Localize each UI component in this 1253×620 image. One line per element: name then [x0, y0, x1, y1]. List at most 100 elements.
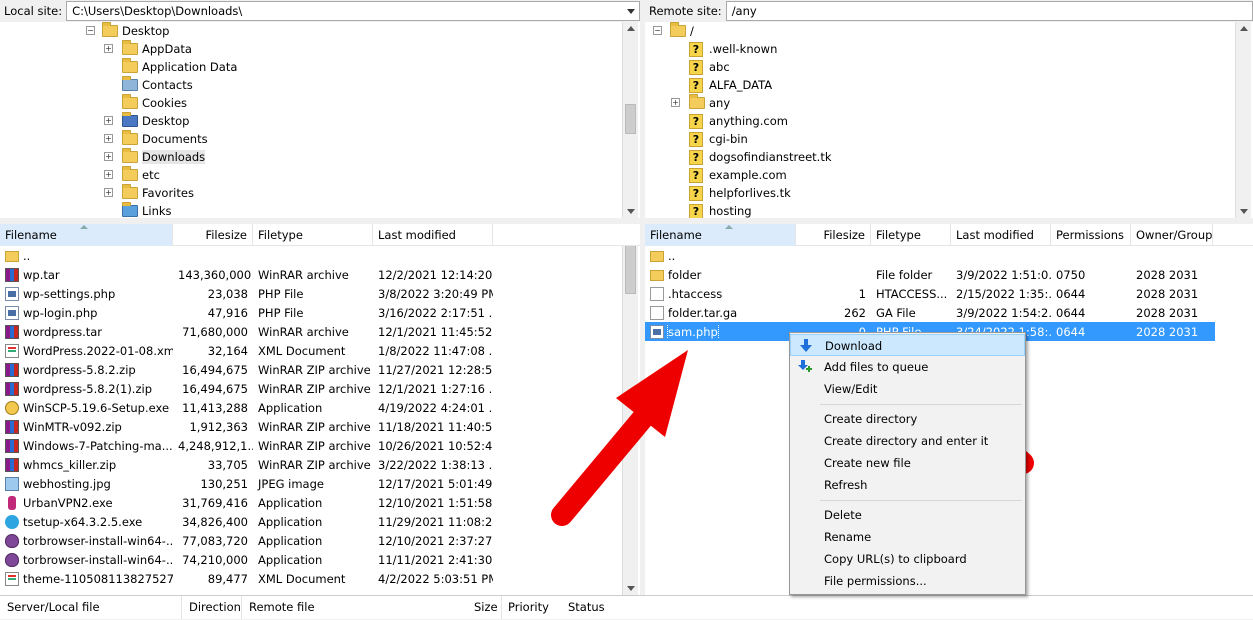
tree-item[interactable]: ? cgi-bin	[689, 130, 748, 148]
expand-icon[interactable]: +	[104, 152, 113, 161]
expand-icon[interactable]: +	[104, 170, 113, 179]
menu-item-rename[interactable]: Rename	[790, 526, 1025, 548]
table-row[interactable]: WinSCP-5.19.6-Setup.exe 11,413,288 Applica…	[0, 398, 622, 417]
collapse-icon[interactable]: −	[86, 26, 95, 35]
tree-item[interactable]: ? dogsofindianstreet.tk	[689, 148, 832, 166]
column-permissions[interactable]: Permissions	[1051, 224, 1131, 246]
tree-item[interactable]: − Desktop	[86, 22, 169, 40]
table-row[interactable]: folder File folder 3/9/2022 1:51:0... 0750 2…	[645, 265, 1215, 284]
cell-owner-group: 2028 2031	[1131, 268, 1213, 282]
tree-item[interactable]: Contacts	[104, 76, 193, 94]
tree-item[interactable]: ? hosting	[689, 202, 752, 218]
tree-item[interactable]: ? example.com	[689, 166, 787, 184]
column-filetype[interactable]: Filetype	[253, 224, 373, 246]
transfer-queue-header: Server/Local file Direction Remote file	[0, 595, 1253, 619]
column-filetype[interactable]: Filetype	[871, 224, 951, 246]
tree-item[interactable]: ? .well-known	[689, 40, 777, 58]
tree-item[interactable]: ? anything.com	[689, 112, 788, 130]
table-row[interactable]: WordPress.2022-01-08.xml 32,164 XML Docume…	[0, 341, 622, 360]
menu-item-delete[interactable]: Delete	[790, 504, 1025, 526]
tree-item[interactable]: + Favorites	[104, 184, 194, 202]
scroll-down-icon[interactable]	[627, 209, 635, 214]
filename-text: whmcs_killer.zip	[23, 457, 117, 472]
table-row[interactable]: wp-login.php 47,916 PHP File 3/16/2022 2:17…	[0, 303, 622, 322]
tree-item[interactable]: + etc	[104, 166, 160, 184]
tree-item[interactable]: ? helpforlives.tk	[689, 184, 791, 202]
scroll-down-icon[interactable]	[1240, 209, 1248, 214]
table-row[interactable]: webhosting.jpg 130,251 JPEG image 12/17/202…	[0, 474, 622, 493]
column-remote-file[interactable]: Remote file	[242, 596, 502, 619]
tree-item[interactable]: Application Data	[104, 58, 237, 76]
local-site-path-input[interactable]: C:\Users\Desktop\Downloads\	[66, 1, 640, 21]
tree-item[interactable]: + Desktop	[104, 112, 189, 130]
expand-icon[interactable]: +	[671, 98, 680, 107]
menu-item-create-directory[interactable]: Create directory	[790, 408, 1025, 430]
table-row[interactable]: wp-settings.php 23,038 PHP File 3/8/2022 3:…	[0, 284, 622, 303]
table-row[interactable]: UrbanVPN2.exe 31,769,416 Application 12/10/…	[0, 493, 622, 512]
remote-tree-scrollbar[interactable]	[1235, 22, 1251, 218]
table-row[interactable]: wordpress.tar 71,680,000 WinRAR archive 12/…	[0, 322, 622, 341]
local-tree-scrollbar[interactable]	[622, 22, 638, 218]
scroll-up-icon[interactable]	[1240, 26, 1248, 31]
column-last-modified[interactable]: Last modified	[373, 224, 493, 246]
tree-item[interactable]: ? abc	[689, 58, 730, 76]
expand-icon[interactable]: +	[104, 44, 113, 53]
table-row[interactable]: Windows-7-Patching-ma... 4,248,912,1... Wi…	[0, 436, 622, 455]
table-row[interactable]: wordpress-5.8.2(1).zip 16,494,675 WinRAR Z…	[0, 379, 622, 398]
column-filename[interactable]: Filename	[645, 224, 796, 246]
tree-item[interactable]: ? ALFA_DATA	[689, 76, 772, 94]
cell-filesize: 47,916	[173, 306, 253, 320]
tree-item[interactable]: Cookies	[104, 94, 187, 112]
tree-item[interactable]: + Documents	[104, 130, 208, 148]
collapse-icon[interactable]: −	[653, 26, 662, 35]
table-row[interactable]: ..	[0, 246, 622, 265]
menu-item-add-to-queue[interactable]: Add files to queue	[790, 356, 1025, 378]
column-last-modified[interactable]: Last modified	[951, 224, 1051, 246]
local-file-list: theme-1105081138275272... 89,477 XML Docum…	[0, 246, 640, 595]
menu-item-copy-url[interactable]: Copy URL(s) to clipboard	[790, 548, 1025, 570]
menu-item-download[interactable]: Download	[790, 334, 1025, 356]
expand-icon[interactable]: +	[104, 116, 113, 125]
scroll-thumb[interactable]	[625, 104, 636, 134]
table-row[interactable]: whmcs_killer.zip 33,705 WinRAR ZIP archive…	[0, 455, 622, 474]
tree-item[interactable]: Links	[104, 202, 172, 218]
column-filesize[interactable]: Filesize	[796, 224, 871, 246]
column-filesize[interactable]: Filesize	[173, 224, 253, 246]
column-filename[interactable]: Filename	[0, 224, 173, 246]
table-row[interactable]: WinMTR-v092.zip 1,912,363 WinRAR ZIP archi…	[0, 417, 622, 436]
menu-item-create-new-file[interactable]: Create new file	[790, 452, 1025, 474]
column-server-local-file[interactable]: Server/Local file	[0, 596, 182, 619]
column-status[interactable]: Status	[568, 600, 605, 614]
column-size[interactable]: Size	[474, 600, 498, 614]
tree-item[interactable]: − /	[653, 22, 694, 40]
column-owner-group[interactable]: Owner/Group	[1131, 224, 1213, 246]
table-row[interactable]: wordpress-5.8.2.zip 16,494,675 WinRAR ZIP …	[0, 360, 622, 379]
tree-item[interactable]: + AppData	[104, 40, 192, 58]
expand-icon[interactable]: +	[104, 134, 113, 143]
table-row[interactable]: theme-1105081138275272... 89,477 XML Docum…	[0, 569, 622, 588]
cell-owner-group-text: 2028 2031	[1136, 286, 1199, 301]
tree-item[interactable]: + any	[671, 94, 730, 112]
column-priority[interactable]: Priority	[508, 600, 549, 614]
remote-site-path-input[interactable]: /any	[725, 1, 1253, 21]
xml-file-icon	[5, 343, 19, 358]
table-row[interactable]: torbrowser-install-win64-... 74,210,000 Ap…	[0, 550, 622, 569]
menu-item-file-permissions[interactable]: File permissions...	[790, 570, 1025, 592]
tree-item[interactable]: + Downloads	[104, 148, 206, 166]
expand-icon[interactable]: +	[104, 188, 113, 197]
table-row[interactable]: .htaccess 1 HTACCESS... 2/15/2022 1:35:... 0…	[645, 284, 1215, 303]
scroll-up-icon[interactable]	[627, 26, 635, 31]
local-site-dropdown-icon[interactable]	[627, 9, 635, 14]
table-row[interactable]: tsetup-x64.3.2.5.exe 34,826,400 Applicatio…	[0, 512, 622, 531]
scroll-thumb[interactable]	[625, 246, 636, 294]
menu-item-create-directory-enter[interactable]: Create directory and enter it	[790, 430, 1025, 452]
table-row[interactable]: wp.tar 143,360,000 WinRAR archive 12/2/2021…	[0, 265, 622, 284]
menu-item-refresh[interactable]: Refresh	[790, 474, 1025, 496]
local-list-scrollbar[interactable]	[622, 246, 638, 595]
column-direction[interactable]: Direction	[182, 596, 242, 619]
table-row[interactable]: ..	[645, 246, 1215, 265]
table-row[interactable]: folder.tar.ga 262 GA File 3/9/2022 1:54:2..…	[645, 303, 1215, 322]
menu-item-view-edit[interactable]: View/Edit	[790, 378, 1025, 400]
scroll-down-icon[interactable]	[627, 586, 635, 591]
table-row[interactable]: torbrowser-install-win64-... 77,083,720 Ap…	[0, 531, 622, 550]
